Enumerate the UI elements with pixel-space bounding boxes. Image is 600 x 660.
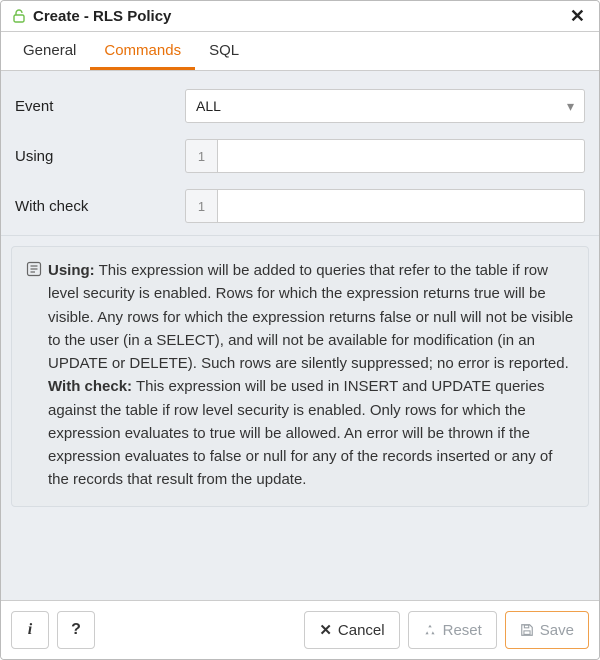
row-using: Using 1	[1, 131, 599, 181]
cancel-button-label: Cancel	[338, 622, 385, 639]
question-icon: ?	[71, 621, 81, 639]
dialog: Create - RLS Policy ✕ General Commands S…	[0, 0, 600, 660]
cancel-button[interactable]: ✕ Cancel	[304, 611, 399, 649]
dialog-body: Event ALL ▾ Using 1 With check 1	[1, 71, 599, 601]
label-withcheck: With check	[15, 198, 185, 215]
using-input-wrap: 1	[185, 139, 585, 173]
tabs: General Commands SQL	[1, 32, 599, 71]
withcheck-input-wrap: 1	[185, 189, 585, 223]
titlebar: Create - RLS Policy ✕	[1, 1, 599, 32]
tab-commands[interactable]: Commands	[90, 32, 195, 70]
tab-sql[interactable]: SQL	[195, 32, 253, 70]
label-using: Using	[15, 148, 185, 165]
event-select-value: ALL	[196, 98, 221, 114]
note-icon	[26, 259, 48, 492]
withcheck-input[interactable]	[217, 189, 585, 223]
chevron-down-icon: ▾	[567, 98, 574, 115]
lock-icon	[11, 8, 27, 24]
row-withcheck: With check 1	[1, 181, 599, 231]
save-button[interactable]: Save	[505, 611, 589, 649]
withcheck-line-gutter: 1	[185, 189, 217, 223]
form-section: Event ALL ▾ Using 1 With check 1	[1, 71, 599, 236]
save-button-label: Save	[540, 622, 574, 639]
recycle-icon	[423, 623, 437, 637]
using-line-gutter: 1	[185, 139, 217, 173]
footer: i ? ✕ Cancel Reset	[1, 601, 599, 659]
row-event: Event ALL ▾	[1, 81, 599, 131]
reset-button-label: Reset	[443, 622, 482, 639]
help-text: Using: This expression will be added to …	[48, 259, 574, 492]
tab-general[interactable]: General	[9, 32, 90, 70]
help-panel: Using: This expression will be added to …	[11, 246, 589, 507]
help-using-label: Using:	[48, 262, 95, 279]
info-button[interactable]: i	[11, 611, 49, 649]
reset-button[interactable]: Reset	[408, 611, 497, 649]
save-icon	[520, 623, 534, 637]
dialog-title: Create - RLS Policy	[33, 8, 566, 25]
info-icon: i	[28, 621, 32, 639]
close-icon[interactable]: ✕	[566, 7, 589, 25]
help-using-text: This expression will be added to queries…	[48, 262, 573, 372]
label-event: Event	[15, 98, 185, 115]
help-withcheck-label: With check:	[48, 378, 132, 395]
cancel-icon: ✕	[319, 621, 332, 639]
event-select[interactable]: ALL ▾	[185, 89, 585, 123]
help-button[interactable]: ?	[57, 611, 95, 649]
using-input[interactable]	[217, 139, 585, 173]
